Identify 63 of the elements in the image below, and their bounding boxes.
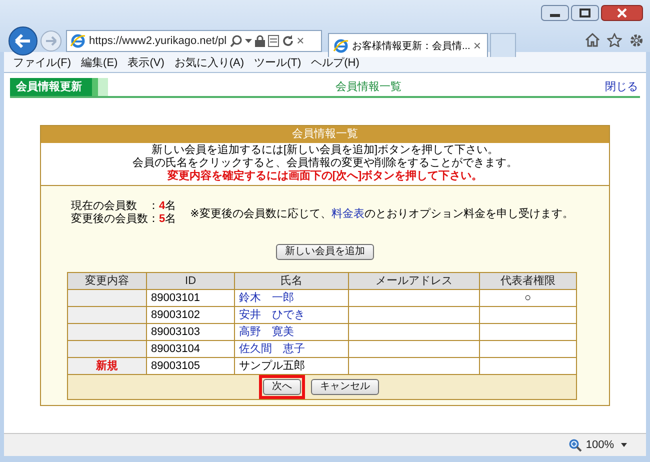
warning-text: 変更内容を確定するには画面下の[次へ]ボタンを押して下さい。	[166, 170, 484, 183]
fee-note: ※変更後の会員数に応じて、料金表のとおりオプション料金を申し受けます。	[190, 206, 574, 220]
settings-icon[interactable]	[629, 33, 644, 48]
id-cell: 89003101	[146, 290, 235, 306]
count-unit: 名	[165, 200, 176, 213]
representative-cell: ○	[479, 290, 576, 306]
member-name-link[interactable]: 鈴木 一郎	[234, 290, 349, 306]
count-separator: ：	[148, 213, 159, 226]
browser-tab[interactable]: お客様情報更新：会員情... ×	[328, 33, 488, 57]
caret-icon[interactable]	[618, 442, 630, 448]
panel-title: 会員情報一覧	[41, 126, 609, 143]
column-header: 代表者権限	[479, 272, 576, 290]
id-cell: 89003103	[146, 324, 235, 340]
back-icon[interactable]	[8, 26, 38, 56]
zoom-icon[interactable]	[568, 438, 582, 452]
column-header: 氏名	[234, 272, 349, 290]
address-close-button[interactable]: ×	[296, 33, 304, 48]
maximize-icon[interactable]	[571, 5, 599, 21]
zoom-level[interactable]: 100%	[586, 439, 614, 451]
close-link[interactable]: 閉じる	[605, 78, 640, 96]
next-button[interactable]: 次へ	[263, 379, 301, 395]
column-header: ID	[146, 272, 235, 290]
refresh-icon[interactable]	[282, 34, 294, 46]
id-cell: 89003102	[146, 306, 235, 324]
instruction-text: 新しい会員を追加するには[新しい会員を追加]ボタンを押して下さい。	[150, 144, 500, 156]
tab-close-button[interactable]: ×	[473, 38, 481, 53]
add-member-button[interactable]: 新しい会員を追加	[276, 244, 374, 260]
count-unit: 名	[165, 213, 176, 226]
home-icon[interactable]	[585, 33, 600, 47]
member-name-link[interactable]: 安井 ひでき	[234, 306, 349, 324]
member-name-link[interactable]: 高野 寛美	[234, 324, 349, 340]
menu-item[interactable]: 編集(E)	[76, 54, 123, 70]
id-cell: 89003105	[146, 358, 235, 374]
address-field[interactable]: https://www2.yurikago.net/pl ×	[66, 30, 322, 52]
change-cell: 新規	[68, 358, 146, 374]
cancel-button[interactable]: キャンセル	[311, 379, 379, 395]
compatibility-icon[interactable]	[268, 34, 279, 46]
lock-icon[interactable]	[254, 34, 265, 46]
fee-table-link[interactable]: 料金表	[331, 208, 364, 220]
page-title: 会員情報一覧	[334, 80, 402, 95]
count-value: 4	[159, 200, 166, 213]
menu-item[interactable]: ツール(T)	[249, 54, 306, 70]
member-name-link[interactable]: 佐久間 恵子	[234, 340, 349, 358]
app-tab[interactable]: 会員情報更新	[10, 78, 92, 96]
menu-item[interactable]: 表示(V)	[122, 54, 170, 70]
menu-item[interactable]: お気に入り(A)	[169, 54, 250, 70]
close-icon[interactable]	[601, 5, 643, 21]
column-header: メールアドレス	[348, 272, 480, 290]
caret-icon[interactable]	[244, 38, 252, 42]
menu-item[interactable]: ファイル(F)	[8, 54, 76, 70]
member-name: サンプル五郎	[234, 358, 349, 374]
count-separator: ：	[148, 200, 159, 213]
browser-icon	[333, 38, 349, 54]
count-value: 5	[159, 213, 166, 226]
column-header: 変更内容	[68, 272, 146, 290]
count-label: 現在の会員数	[71, 200, 138, 212]
id-cell: 89003104	[146, 340, 235, 358]
instruction-text: 会員の氏名をクリックすると、会員情報の変更や削除をすることができます。	[132, 157, 518, 170]
search-icon[interactable]	[230, 34, 242, 46]
browser-icon	[70, 32, 86, 48]
star-icon[interactable]	[607, 33, 622, 47]
count-label: 変更後の会員数	[71, 213, 148, 226]
minimize-icon[interactable]	[541, 5, 569, 21]
